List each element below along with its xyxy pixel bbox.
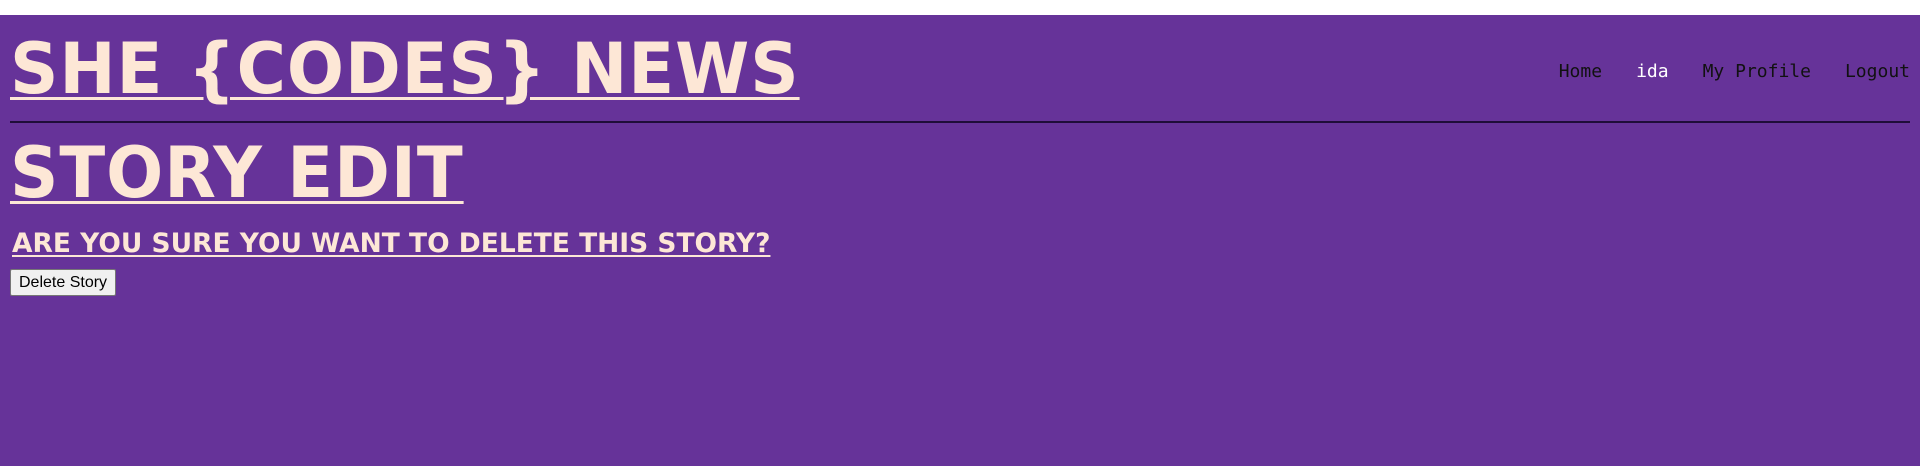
nav-home-link[interactable]: Home [1559, 61, 1602, 82]
main-nav: Home ida My Profile Logout [1525, 61, 1910, 82]
nav-my-profile-link[interactable]: My Profile [1703, 61, 1811, 82]
browser-top-strip [0, 0, 1920, 15]
nav-username[interactable]: ida [1636, 61, 1669, 82]
delete-confirm-prompt: ARE YOU SURE YOU WANT TO DELETE THIS STO… [12, 228, 771, 259]
delete-story-button[interactable]: Delete Story [10, 269, 117, 296]
site-header: SHE {CODES} NEWS Home ida My Profile Log… [10, 15, 1910, 123]
page-title: STORY EDIT [10, 132, 464, 214]
nav-logout-link[interactable]: Logout [1845, 61, 1910, 82]
page-body: SHE {CODES} NEWS Home ida My Profile Log… [0, 15, 1920, 466]
site-title-link[interactable]: SHE {CODES} NEWS [10, 29, 800, 109]
